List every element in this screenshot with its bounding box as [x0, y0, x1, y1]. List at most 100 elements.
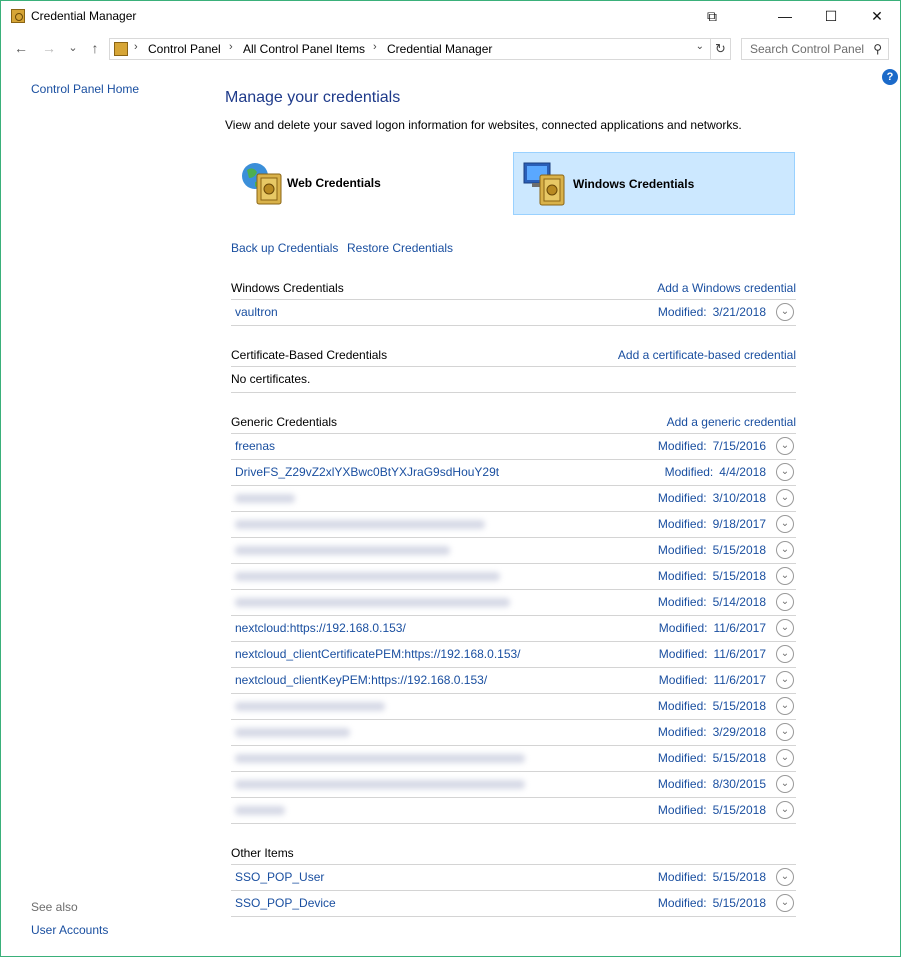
web-credentials-tile[interactable]: Web Credentials — [231, 152, 513, 215]
credential-row[interactable]: Modified: 5/15/2018 ⌄ — [231, 564, 796, 590]
redacted-credential-name[interactable] — [235, 598, 510, 607]
expand-chevron-icon[interactable]: ⌄ — [776, 463, 794, 481]
expand-chevron-icon[interactable]: ⌄ — [776, 671, 794, 689]
credential-row[interactable]: SSO_POP_Device Modified: 5/15/2018 ⌄ — [231, 891, 796, 917]
redacted-credential-name[interactable] — [235, 702, 385, 711]
expand-chevron-icon[interactable]: ⌄ — [776, 894, 794, 912]
credential-row[interactable]: vaultron Modified: 3/21/2018 ⌄ — [231, 300, 796, 326]
breadcrumb-credential-manager[interactable]: Credential Manager — [387, 42, 492, 56]
expand-chevron-icon[interactable]: ⌄ — [776, 437, 794, 455]
search-input[interactable]: Search Control Panel — [750, 42, 864, 56]
title-bar: Credential Manager ⧉ — ☐ ✕ — [1, 1, 900, 32]
expand-chevron-icon[interactable]: ⌄ — [776, 619, 794, 637]
breadcrumb-separator-icon[interactable]: › — [134, 41, 138, 53]
breadcrumb-control-panel[interactable]: Control Panel — [148, 42, 221, 56]
credential-row[interactable]: Modified: 8/30/2015 ⌄ — [231, 772, 796, 798]
credential-name[interactable]: nextcloud_clientKeyPEM:https://192.168.0… — [235, 673, 487, 687]
minimize-button[interactable]: — — [762, 1, 808, 32]
navigation-bar: ← → ⌄ ↑ › Control Panel › All Control Pa… — [1, 33, 900, 65]
up-arrow-icon[interactable]: ↑ — [85, 38, 105, 58]
address-dropdown-icon[interactable]: ⌄ — [696, 41, 704, 52]
expand-chevron-icon[interactable]: ⌄ — [776, 567, 794, 585]
redacted-credential-name[interactable] — [235, 806, 285, 815]
expand-chevron-icon[interactable]: ⌄ — [776, 515, 794, 533]
credential-name[interactable]: nextcloud:https://192.168.0.153/ — [235, 621, 406, 635]
windows-credentials-tile[interactable]: Windows Credentials — [513, 152, 795, 215]
redacted-credential-name[interactable] — [235, 780, 525, 789]
credential-row[interactable]: freenas Modified: 7/15/2016 ⌄ — [231, 434, 796, 460]
expand-chevron-icon[interactable]: ⌄ — [776, 868, 794, 886]
search-box[interactable]: Search Control Panel ⚲ — [741, 38, 889, 60]
redacted-credential-name[interactable] — [235, 754, 525, 763]
breadcrumb-separator-icon[interactable]: › — [373, 41, 377, 53]
maximize-button[interactable]: ☐ — [808, 1, 854, 32]
expand-chevron-icon[interactable]: ⌄ — [776, 775, 794, 793]
help-icon[interactable]: ? — [882, 69, 898, 85]
close-button[interactable]: ✕ — [854, 1, 900, 32]
credential-name[interactable]: SSO_POP_User — [235, 870, 324, 884]
credential-row[interactable]: Modified: 5/15/2018 ⌄ — [231, 746, 796, 772]
forward-arrow-icon[interactable]: → — [39, 38, 59, 58]
add-generic-credential-link[interactable]: Add a generic credential — [667, 415, 796, 429]
modified-date: 5/15/2018 — [712, 699, 766, 713]
modified-date: 5/15/2018 — [712, 803, 766, 817]
credential-name[interactable]: nextcloud_clientCertificatePEM:https://1… — [235, 647, 521, 661]
expand-chevron-icon[interactable]: ⌄ — [776, 697, 794, 715]
expand-chevron-icon[interactable]: ⌄ — [776, 541, 794, 559]
modified-label: Modified: — [657, 439, 707, 453]
back-arrow-icon[interactable]: ← — [11, 38, 31, 58]
credential-name[interactable]: SSO_POP_Device — [235, 896, 336, 910]
credential-row[interactable]: Modified: 9/18/2017 ⌄ — [231, 512, 796, 538]
add-certificate-credential-link[interactable]: Add a certificate-based credential — [618, 348, 796, 362]
modified-date: 3/21/2018 — [712, 305, 766, 319]
credential-row[interactable]: Modified: 5/15/2018 ⌄ — [231, 798, 796, 824]
credential-row[interactable]: Modified: 5/15/2018 ⌄ — [231, 694, 796, 720]
credential-row[interactable]: Modified: 3/29/2018 ⌄ — [231, 720, 796, 746]
tablet-mode-icon[interactable]: ⧉ — [689, 1, 735, 32]
breadcrumb-all-items[interactable]: All Control Panel Items — [243, 42, 365, 56]
credential-row[interactable]: nextcloud_clientCertificatePEM:https://1… — [231, 642, 796, 668]
recent-locations-icon[interactable]: ⌄ — [63, 38, 83, 58]
credential-row[interactable]: SSO_POP_User Modified: 5/15/2018 ⌄ — [231, 865, 796, 891]
credential-row[interactable]: Modified: 5/15/2018 ⌄ — [231, 538, 796, 564]
section-title: Windows Credentials — [231, 281, 344, 295]
control-panel-icon — [114, 42, 128, 56]
credential-name[interactable]: vaultron — [235, 305, 278, 319]
credential-row[interactable]: nextcloud_clientKeyPEM:https://192.168.0… — [231, 668, 796, 694]
expand-chevron-icon[interactable]: ⌄ — [776, 723, 794, 741]
search-icon[interactable]: ⚲ — [873, 42, 882, 56]
expand-chevron-icon[interactable]: ⌄ — [776, 303, 794, 321]
credential-name[interactable]: freenas — [235, 439, 275, 453]
redacted-credential-name[interactable] — [235, 494, 295, 503]
expand-chevron-icon[interactable]: ⌄ — [776, 489, 794, 507]
modified-label: Modified: — [657, 803, 707, 817]
redacted-credential-name[interactable] — [235, 520, 485, 529]
redacted-credential-name[interactable] — [235, 728, 350, 737]
credential-row[interactable]: Modified: 5/14/2018 ⌄ — [231, 590, 796, 616]
user-accounts-link[interactable]: User Accounts — [31, 923, 108, 937]
restore-credentials-link[interactable]: Restore Credentials — [347, 241, 453, 255]
credential-row[interactable]: nextcloud:https://192.168.0.153/Modified… — [231, 616, 796, 642]
redacted-credential-name[interactable] — [235, 572, 500, 581]
credential-name[interactable]: DriveFS_Z29vZ2xlYXBwc0BtYXJraG9sdHouY29t — [235, 465, 499, 479]
expand-chevron-icon[interactable]: ⌄ — [776, 593, 794, 611]
address-bar[interactable]: › Control Panel › All Control Panel Item… — [109, 38, 711, 60]
credential-row[interactable]: DriveFS_Z29vZ2xlYXBwc0BtYXJraG9sdHouY29t… — [231, 460, 796, 486]
expand-chevron-icon[interactable]: ⌄ — [776, 645, 794, 663]
expand-chevron-icon[interactable]: ⌄ — [776, 801, 794, 819]
backup-credentials-link[interactable]: Back up Credentials — [231, 241, 338, 255]
page-description: View and delete your saved logon informa… — [225, 118, 742, 132]
credential-row[interactable]: Modified: 3/10/2018 ⌄ — [231, 486, 796, 512]
modified-label: Modified: — [657, 569, 707, 583]
modified-date: 5/14/2018 — [712, 595, 766, 609]
modified-date: 4/4/2018 — [719, 465, 766, 479]
control-panel-home-link[interactable]: Control Panel Home — [31, 82, 139, 96]
modified-label: Modified: — [657, 870, 707, 884]
add-windows-credential-link[interactable]: Add a Windows credential — [657, 281, 796, 295]
redacted-credential-name[interactable] — [235, 546, 450, 555]
expand-chevron-icon[interactable]: ⌄ — [776, 749, 794, 767]
web-credentials-label: Web Credentials — [287, 176, 381, 190]
refresh-icon[interactable]: ↻ — [711, 38, 731, 60]
breadcrumb-separator-icon[interactable]: › — [229, 41, 233, 53]
windows-credentials-section: Windows Credentials Add a Windows creden… — [231, 274, 796, 326]
